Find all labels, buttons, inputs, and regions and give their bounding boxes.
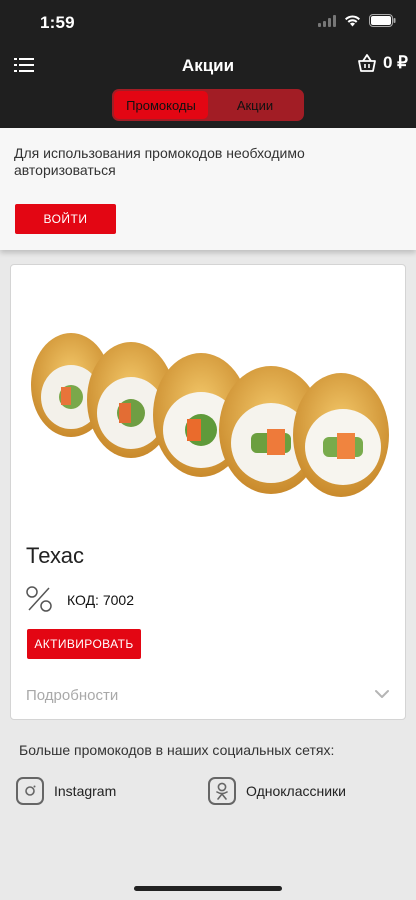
tab-switcher: Промокоды Акции bbox=[112, 89, 304, 121]
percent-icon bbox=[26, 586, 52, 612]
login-notice-text: Для использования промокодов необходимо … bbox=[14, 145, 305, 178]
battery-icon bbox=[369, 14, 396, 27]
tab-promocodes[interactable]: Промокоды bbox=[114, 91, 208, 119]
details-toggle[interactable]: Подробности bbox=[26, 687, 118, 704]
tab-promotions[interactable]: Акции bbox=[208, 91, 302, 119]
promo-image bbox=[31, 333, 389, 497]
signal-icon bbox=[318, 14, 336, 27]
social-link-label: Instagram bbox=[54, 783, 117, 799]
page-title: Акции bbox=[181, 56, 235, 75]
promo-card: Техас КОД: 7002 АКТИВИРОВАТЬ Подробности bbox=[10, 264, 406, 720]
status-time: 1:59 bbox=[40, 13, 75, 32]
login-button[interactable]: ВОЙТИ bbox=[15, 204, 116, 234]
login-notice: Для использования промокодов необходимо … bbox=[0, 128, 416, 250]
promo-title: Техас bbox=[26, 543, 84, 568]
promo-code: КОД: 7002 bbox=[67, 592, 134, 608]
activate-button[interactable]: АКТИВИРОВАТЬ bbox=[27, 629, 141, 659]
odnoklassniki-icon bbox=[208, 777, 236, 805]
chevron-down-icon[interactable] bbox=[375, 689, 389, 699]
home-indicator bbox=[134, 886, 282, 891]
cart-amount: 0 ₽ bbox=[383, 53, 408, 72]
social-title: Больше промокодов в наших социальных сет… bbox=[19, 742, 335, 758]
basket-icon bbox=[358, 54, 376, 72]
wifi-icon bbox=[345, 15, 360, 27]
cart-button[interactable]: 0 ₽ bbox=[357, 53, 408, 73]
social-link-instagram[interactable]: Instagram bbox=[16, 777, 116, 805]
status-icons bbox=[318, 14, 396, 27]
social-link-label: Одноклассники bbox=[246, 783, 347, 799]
instagram-icon bbox=[16, 777, 44, 805]
top-bar: 1:59 Акции 0 ₽ Промокоды Акции bbox=[0, 0, 416, 128]
social-link-odnoklassniki[interactable]: Одноклассники bbox=[208, 777, 346, 805]
